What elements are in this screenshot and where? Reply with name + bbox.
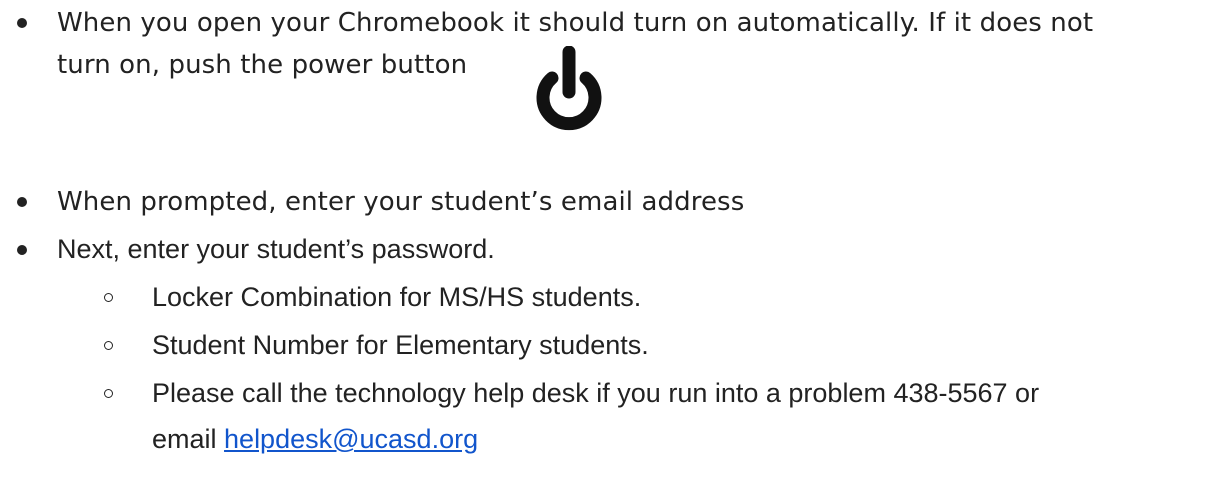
item-1-line-2: turn on, push the power button [57, 50, 468, 80]
bullet-disc [17, 245, 27, 255]
bullet-disc [17, 197, 27, 207]
helpdesk-email-link[interactable]: helpdesk@ucasd.org [224, 424, 478, 454]
subitem-1-text: Locker Combination for MS/HS students. [152, 282, 642, 312]
email-prefix: email [152, 424, 225, 454]
bullet-circle [104, 293, 113, 302]
subitem-3-line-2: email helpdesk@ucasd.org [152, 422, 478, 456]
item-1-line-1: When you open your Chromebook it should … [57, 8, 1094, 38]
bullet-circle [104, 341, 113, 350]
subitem-2-text: Student Number for Elementary students. [152, 330, 649, 360]
subitem-3-line-1: Please call the technology help desk if … [152, 378, 1040, 408]
bullet-disc [17, 18, 27, 28]
bullet-circle [104, 389, 113, 398]
document-page: When you open your Chromebook it should … [0, 0, 1213, 502]
power-icon [536, 46, 602, 131]
item-3-text: Next, enter your student’s password. [57, 234, 495, 264]
item-2-text: When prompted, enter your student’s emai… [57, 187, 745, 217]
